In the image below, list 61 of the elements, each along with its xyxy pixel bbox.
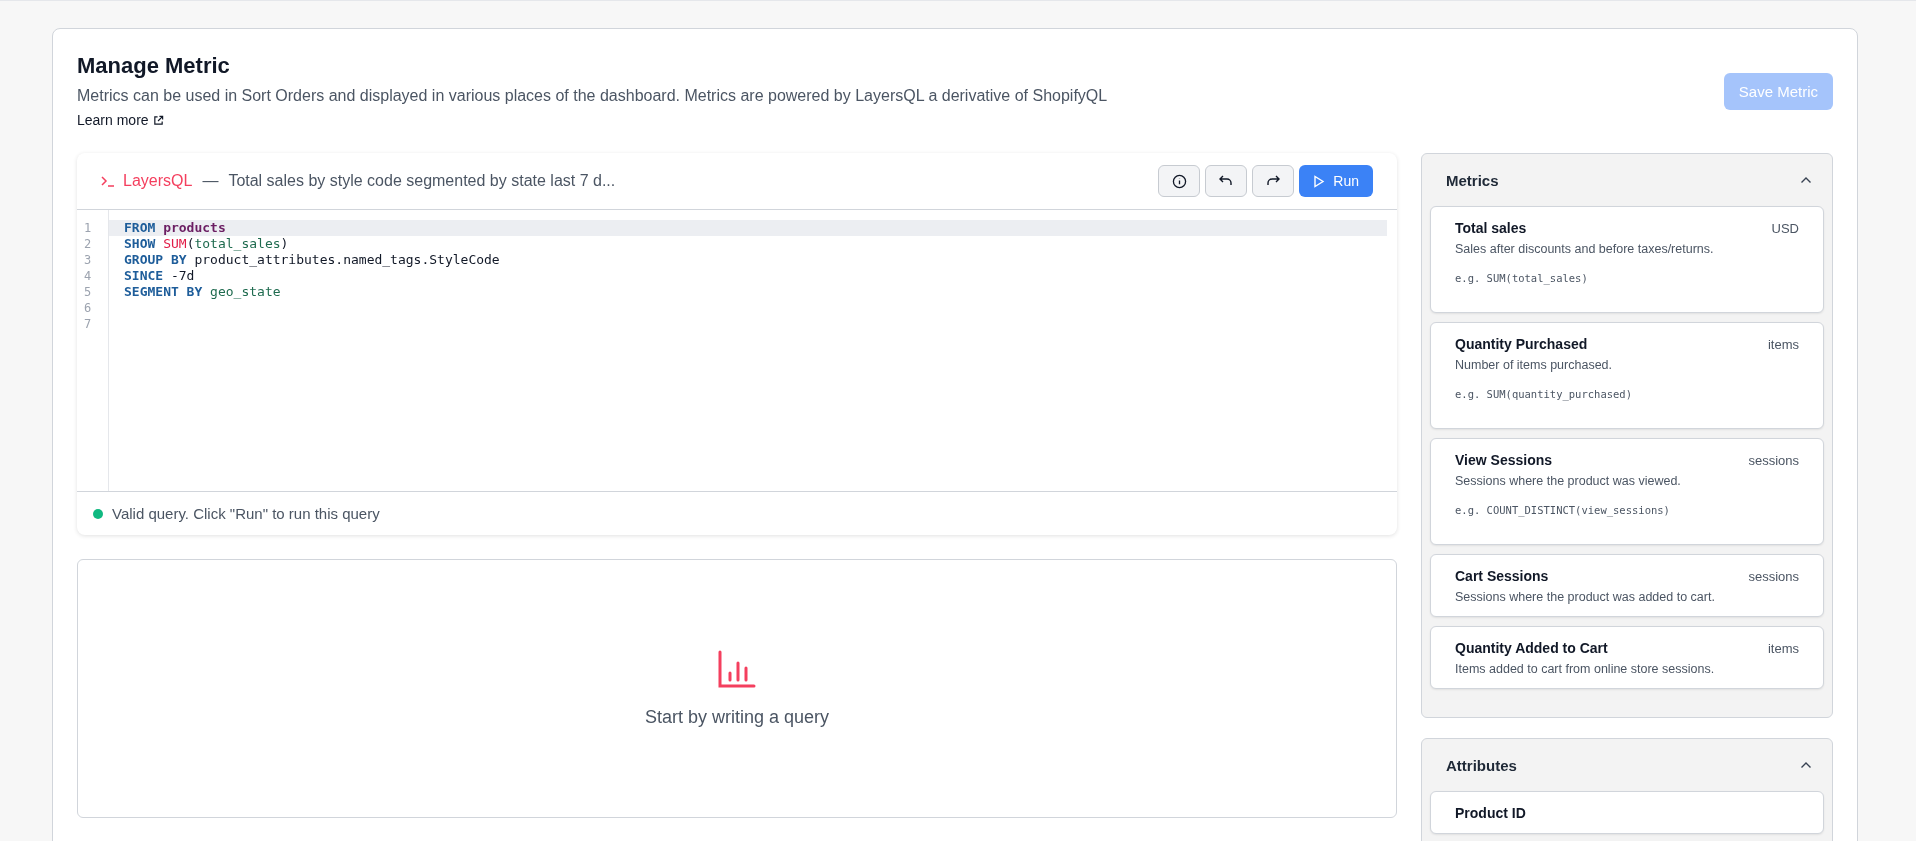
list-card[interactable]: Total sales USD Sales after discounts and before taxes/returns. e.g. SUM(total_sales) xyxy=(1430,206,1824,313)
item-name: Product ID xyxy=(1455,805,1526,821)
item-description: Sales after discounts and before taxes/returns. xyxy=(1455,242,1715,256)
list-card[interactable]: Product ID xyxy=(1430,791,1824,834)
item-example: e.g. SUM(quantity_purchased) xyxy=(1455,388,1633,400)
status-message: Valid query. Click "Run" to run this query xyxy=(112,505,380,522)
page-description: Metrics can be used in Sort Orders and displayed in various places of the dashboard. Metrics are powered by LayersQL a derivative of ShopifyQL xyxy=(77,87,1108,105)
run-button[interactable]: Run xyxy=(1299,165,1373,197)
line-number: 4 xyxy=(83,268,93,284)
line-number: 3 xyxy=(83,252,93,268)
item-example: e.g. COUNT_DISTINCT(view_sessions) xyxy=(1455,504,1671,516)
list-card[interactable]: Quantity Added to Cart items Items added to cart from online store sessions. xyxy=(1430,626,1824,689)
list-card[interactable]: Cart Sessions sessions Sessions where the product was added to cart. xyxy=(1430,554,1824,617)
code-line: SHOW SUM(total_sales) xyxy=(124,236,289,251)
code-line: GROUP BY product_attributes.named_tags.StyleCode xyxy=(124,252,500,267)
chevron-up-icon xyxy=(1800,761,1812,769)
panel-title: Metrics xyxy=(1446,171,1499,189)
learn-more-link[interactable]: Learn more xyxy=(77,112,164,128)
undo-icon xyxy=(1219,175,1234,187)
item-unit: sessions xyxy=(1748,453,1799,468)
chevron-up-icon xyxy=(1800,176,1812,184)
code-line: SEGMENT BY geo_state xyxy=(124,284,281,299)
item-example: e.g. SUM(total_sales) xyxy=(1455,272,1589,284)
item-unit: USD xyxy=(1771,221,1799,236)
list-card[interactable]: Quantity Purchased items Number of items purchased. e.g. SUM(quantity_purchased) xyxy=(1430,322,1824,429)
item-name: Total sales xyxy=(1455,220,1527,236)
item-unit: items xyxy=(1767,641,1799,656)
line-number: 5 xyxy=(83,284,93,300)
query-title: Total sales by style code segmented by state last 7 d... xyxy=(228,172,616,190)
bar-chart-icon xyxy=(717,649,757,689)
info-icon xyxy=(1171,173,1187,189)
panel-title: Attributes xyxy=(1446,756,1517,774)
item-description: Sessions where the product was viewed. xyxy=(1455,474,1682,488)
line-number: 6 xyxy=(83,300,93,316)
empty-state-message: Start by writing a query xyxy=(644,707,830,728)
code-line: FROM products xyxy=(124,220,226,235)
code-area[interactable]: 1 2 3 4 5 6 7 FROM products SHOW SUM(total_sales) GROUP BY product_attributes.named_tags.StyleCode SINCE -7d SEGMENT BY geo_state xyxy=(77,210,1397,491)
redo-icon xyxy=(1266,175,1281,187)
terminal-icon xyxy=(101,175,115,187)
item-unit: sessions xyxy=(1748,569,1799,584)
redo-button[interactable] xyxy=(1252,165,1295,197)
editor-brand: LayersQL xyxy=(123,172,193,190)
item-name: Cart Sessions xyxy=(1455,568,1549,584)
list-card[interactable]: View Sessions sessions Sessions where the product was viewed. e.g. COUNT_DISTINCT(view_sessions) xyxy=(1430,438,1824,545)
external-link-icon xyxy=(152,114,164,126)
undo-button[interactable] xyxy=(1205,165,1248,197)
line-number: 7 xyxy=(83,316,93,332)
line-number: 2 xyxy=(83,236,93,252)
item-unit: items xyxy=(1767,337,1799,352)
item-name: View Sessions xyxy=(1455,452,1552,468)
item-name: Quantity Purchased xyxy=(1455,336,1588,352)
item-name: Quantity Added to Cart xyxy=(1455,640,1608,656)
code-line: SINCE -7d xyxy=(124,268,195,283)
item-description: Items added to cart from online store sessions. xyxy=(1455,662,1716,676)
item-description: Sessions where the product was added to cart. xyxy=(1455,590,1716,604)
page-title: Manage Metric xyxy=(77,53,231,79)
line-number: 1 xyxy=(83,220,93,236)
separator-dash: — xyxy=(202,172,219,190)
play-icon xyxy=(1313,174,1326,188)
item-description: Number of items purchased. xyxy=(1455,358,1613,372)
info-button[interactable] xyxy=(1158,165,1201,197)
